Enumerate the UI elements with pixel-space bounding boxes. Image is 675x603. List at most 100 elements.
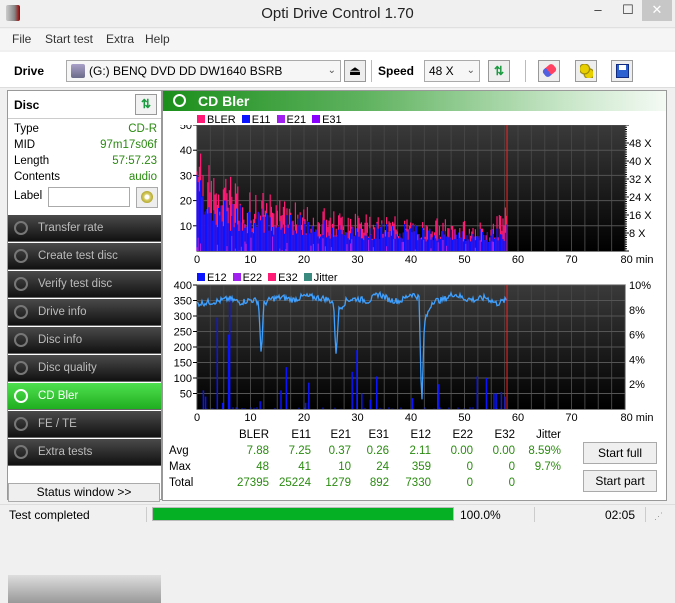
legend-swatch [303,273,312,281]
x-tick-label: 20 [298,254,310,266]
start-full-button[interactable]: Start full [583,442,657,464]
x-tick-label: 0 [194,254,200,266]
settings-button[interactable] [575,60,597,82]
stats-row-label: Avg [169,445,189,457]
cd-text-button[interactable] [136,187,158,208]
sidebar-item-drive-info[interactable]: Drive info [8,299,161,326]
status-window-button[interactable]: Status window >> [8,483,160,502]
drive-select[interactable]: (G:) BENQ DVD DD DW1640 BSRB ⌄ [66,60,341,82]
start-part-button[interactable]: Start part [583,470,657,492]
y-tick-label: 350 [174,296,192,308]
minimize-button[interactable]: – [585,0,611,21]
menu-help[interactable]: Help [145,32,170,46]
x-tick-label: 70 [565,254,577,266]
sidebar-item-disc-quality[interactable]: Disc quality [8,355,161,382]
x-tick-label: 60 [512,254,524,266]
info-key: Contents [14,171,61,183]
sidebar-item-label: Extra tests [38,446,93,458]
menu-extra[interactable]: Extra [106,32,134,46]
info-key: MID [14,139,36,151]
disc-info-contents: Contents audio [14,171,157,187]
gears-icon [580,64,593,78]
legend-swatch [312,115,321,123]
save-button[interactable] [611,60,633,82]
speed-select[interactable]: 48 X ⌄ [424,60,480,82]
y2-tick-label: 10% [629,281,651,292]
legend-swatch [268,273,277,281]
chevron-down-icon: ⌄ [466,65,475,76]
sidebar-item-cd-bler[interactable]: CD Bler [8,383,161,410]
info-key: Label [14,190,43,202]
disc-icon [14,249,28,263]
y2-tick-label: 4% [629,354,645,366]
x-tick-label: 60 [512,412,524,421]
stats-row-label: Max [169,461,191,473]
y2-tick-label: 8% [629,305,645,317]
maximize-button[interactable]: ☐ [615,0,641,21]
x-tick-label: 10 [244,412,256,421]
y2-tick-label: 48 X [629,138,652,150]
info-value: audio [128,171,157,183]
y-tick-label: 100 [174,373,192,385]
legend-swatch [197,115,205,123]
disc-label-key: Label [14,190,48,206]
stats-cell: 8.59% [528,445,561,457]
y2-tick-label: 32 X [629,174,652,186]
sidebar-filler [8,575,161,603]
y-tick-label: 50 [180,389,192,401]
drive-value: (G:) BENQ DVD DD DW1640 BSRB [89,64,283,78]
e12-jitter-chart: 0 10 20 30 40 50 60 70 80 min 50 100 150 200 250 300 35… [174,281,654,421]
info-value: CD-R [128,123,157,135]
sidebar-item-label: CD Bler [38,390,79,402]
sidebar-item-create-test-disc[interactable]: Create test disc [8,243,161,270]
y-tick-label: 150 [174,358,192,370]
y-tick-label: 300 [174,311,192,323]
info-key: Type [14,123,39,135]
legend-swatch [241,115,250,123]
sidebar-item-fe-te[interactable]: FE / TE [8,411,161,438]
y-tick-label: 40 [180,145,192,157]
eject-button[interactable]: ⏏ [344,60,366,82]
close-button[interactable]: ✕ [642,0,672,21]
sidebar-item-disc-info[interactable]: Disc info [8,327,161,354]
drive-label: Drive [14,64,45,78]
x-tick-label: 0 [194,412,200,421]
disc-label-input[interactable] [48,187,130,207]
disc-icon [14,333,28,347]
legend-swatch [276,115,285,123]
legend-swatch [197,273,205,281]
y-tick-label: 20 [180,196,192,208]
x-tick-label: 20 [298,412,310,421]
sidebar-item-label: Verify test disc [38,278,113,290]
panel-header: CD Bler [163,91,666,111]
sidebar-item-verify-test-disc[interactable]: Verify test disc [8,271,161,298]
progress-bar [152,507,454,521]
menu-file[interactable]: File [12,32,31,46]
refresh-speed-button[interactable]: ⇅ [488,60,510,82]
sidebar-item-label: Transfer rate [38,222,104,234]
disc-icon [14,389,28,403]
disc-info-mid: MID 97m17s06f [14,139,157,155]
disc-icon [14,361,28,375]
disc-icon [14,445,28,459]
drive-icon [71,64,85,78]
y-tick-label: 50 [180,125,192,132]
menu-start-test[interactable]: Start test [45,32,93,46]
refresh-disc-button[interactable]: ⇅ [135,94,157,115]
y-tick-label: 10 [180,221,192,233]
sidebar-item-extra-tests[interactable]: Extra tests [8,439,161,466]
resize-grip-icon[interactable]: ⋰ [654,511,663,522]
x-tick-label: 50 [458,254,470,266]
stats-cell: 0.00 [492,445,515,457]
left-panel: Disc ⇅ Type CD-R MID 97m17s06f Length 57:57… [7,90,162,603]
sidebar-item-transfer-rate[interactable]: Transfer rate [8,215,161,242]
x-tick-label: 30 [351,412,363,421]
sidebar-item-label: Drive info [38,306,87,318]
info-value: 97m17s06f [100,139,157,151]
erase-button[interactable] [538,60,560,82]
y2-tick-label: 6% [629,330,645,342]
stats-header-jitter: Jitter [536,429,561,441]
progress-percent: 100.0% [460,508,501,522]
y2-tick-label: 8 X [629,228,646,240]
disc-header: Disc ⇅ [8,91,161,119]
